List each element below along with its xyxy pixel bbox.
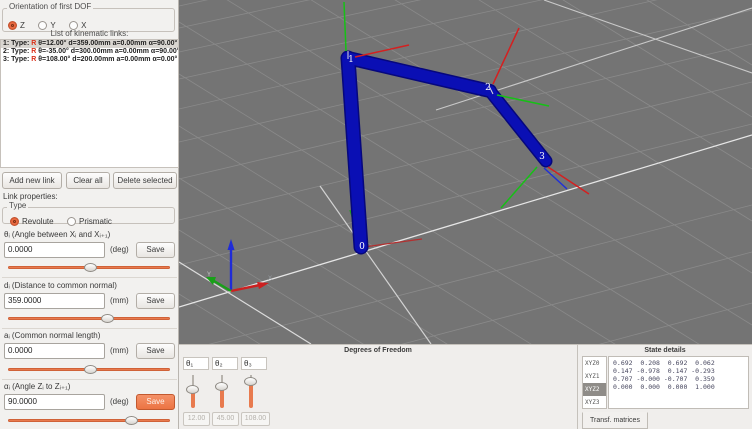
d-input[interactable]: 359.0000 [4, 293, 105, 309]
sidebar: Orientation of first DOF Z Y X List of k… [0, 0, 179, 429]
d-slider-handle[interactable] [101, 314, 114, 323]
frame-list[interactable]: XYZ0 XYZ1 XYZ2 XYZ3 [582, 356, 607, 409]
list-item[interactable]: 1: Type: R θ=12.00° d=359.00mm a=0.00mm … [1, 40, 178, 48]
alpha-slider-handle[interactable] [125, 416, 138, 425]
frame-item-xyz1[interactable]: XYZ1 [583, 370, 606, 383]
param-d-label: dᵢ (Distance to common normal) [4, 281, 117, 290]
dof-slider-1-handle[interactable] [186, 385, 199, 394]
matrix-row: 0.147 -0.978 0.147 -0.293 [613, 367, 748, 375]
d-save-button[interactable]: Save [136, 293, 175, 309]
a-input[interactable]: 0.0000 [4, 343, 105, 359]
dof-value-2[interactable]: 45.00 [212, 412, 239, 426]
frame-item-xyz2[interactable]: XYZ2 [583, 383, 606, 396]
type-group-title: Type [7, 201, 28, 210]
param-a-label: aᵢ (Common normal length) [4, 331, 100, 340]
alpha-input[interactable]: 90.0000 [4, 394, 105, 410]
theta-slider[interactable] [8, 266, 170, 269]
origin-y-label: Y [207, 272, 211, 278]
matrix-row: 0.000 0.000 0.000 1.000 [613, 383, 748, 391]
theta-slider-handle[interactable] [84, 263, 97, 272]
dof-theta1-label: θ₁ [183, 357, 209, 370]
state-details-panel: State details XYZ0 XYZ1 XYZ2 XYZ3 0.692 … [577, 344, 752, 429]
radio-revolute[interactable] [10, 217, 19, 226]
kinematic-links-list[interactable]: 1: Type: R θ=12.00° d=359.00mm a=0.00mm … [0, 39, 179, 168]
frame-item-xyz0[interactable]: XYZ0 [583, 357, 606, 370]
theta-unit: (deg) [110, 242, 129, 258]
kinematic-links-title: List of kinematic links: [0, 29, 179, 38]
frame-item-xyz3[interactable]: XYZ3 [583, 396, 606, 409]
viewport-canvas: Y X 0 1 2 3 [179, 0, 752, 344]
a-slider-handle[interactable] [84, 365, 97, 374]
joint-label-1: 1 [348, 55, 354, 65]
viewport-3d[interactable]: Y X 0 1 2 3 [179, 0, 752, 344]
list-item[interactable]: 2: Type: R θ=-35.00° d=300.00mm a=0.00mm… [1, 48, 178, 56]
dof-slider-3-handle[interactable] [244, 377, 257, 386]
clear-all-button[interactable]: Clear all [66, 172, 110, 189]
dof-panel-title: Degrees of Freedom [179, 345, 577, 354]
origin-x-label: X [268, 276, 272, 282]
joint-label-0: 0 [359, 242, 365, 252]
theta-save-button[interactable]: Save [136, 242, 175, 258]
a-slider[interactable] [8, 368, 170, 371]
dof-slider-2-handle[interactable] [215, 382, 228, 391]
alpha-slider[interactable] [8, 419, 170, 422]
alpha-unit: (deg) [110, 394, 129, 410]
delete-selected-button[interactable]: Delete selected [113, 172, 177, 189]
add-new-link-button[interactable]: Add new link [2, 172, 62, 189]
joint-label-3: 3 [539, 152, 545, 162]
dof-theta2-label: θ₂ [212, 357, 238, 370]
dof-value-1[interactable]: 12.00 [183, 412, 210, 426]
theta-input[interactable]: 0.0000 [4, 242, 105, 258]
param-theta-label: θᵢ (Angle between Xᵢ and Xᵢ₊₁) [4, 230, 110, 239]
list-item[interactable]: 3: Type: R θ=108.00° d=200.00mm a=0.00mm… [1, 56, 178, 64]
alpha-save-button[interactable]: Save [136, 394, 175, 410]
dof-panel: Degrees of Freedom θ₁ θ₂ θ₃ 12.00 45.00 … [179, 344, 577, 429]
param-alpha-label: αᵢ (Angle Zᵢ to Zᵢ₊₁) [4, 382, 70, 391]
orientation-group-title: Orientation of first DOF [7, 2, 93, 11]
transform-matrix-view: 0.692 0.208 0.692 0.062 0.147 -0.978 0.1… [608, 356, 749, 409]
dof-value-3[interactable]: 108.00 [241, 412, 270, 426]
radio-prismatic[interactable] [67, 217, 76, 226]
joint-label-2: 2 [485, 83, 491, 93]
matrix-row: 0.692 0.208 0.692 0.062 [613, 359, 748, 367]
state-panel-title: State details [578, 345, 752, 354]
radio-revolute-label: Revolute [22, 217, 54, 226]
radio-prismatic-label: Prismatic [79, 217, 112, 226]
a-save-button[interactable]: Save [136, 343, 175, 359]
dof-theta3-label: θ₃ [241, 357, 267, 370]
matrix-row: 0.707 -0.000 -0.707 0.359 [613, 375, 748, 383]
d-slider[interactable] [8, 317, 170, 320]
d-unit: (mm) [110, 293, 129, 309]
tab-transf-matrices[interactable]: Transf. matrices [582, 412, 648, 429]
a-unit: (mm) [110, 343, 129, 359]
link-properties-title: Link properties: [3, 192, 58, 201]
